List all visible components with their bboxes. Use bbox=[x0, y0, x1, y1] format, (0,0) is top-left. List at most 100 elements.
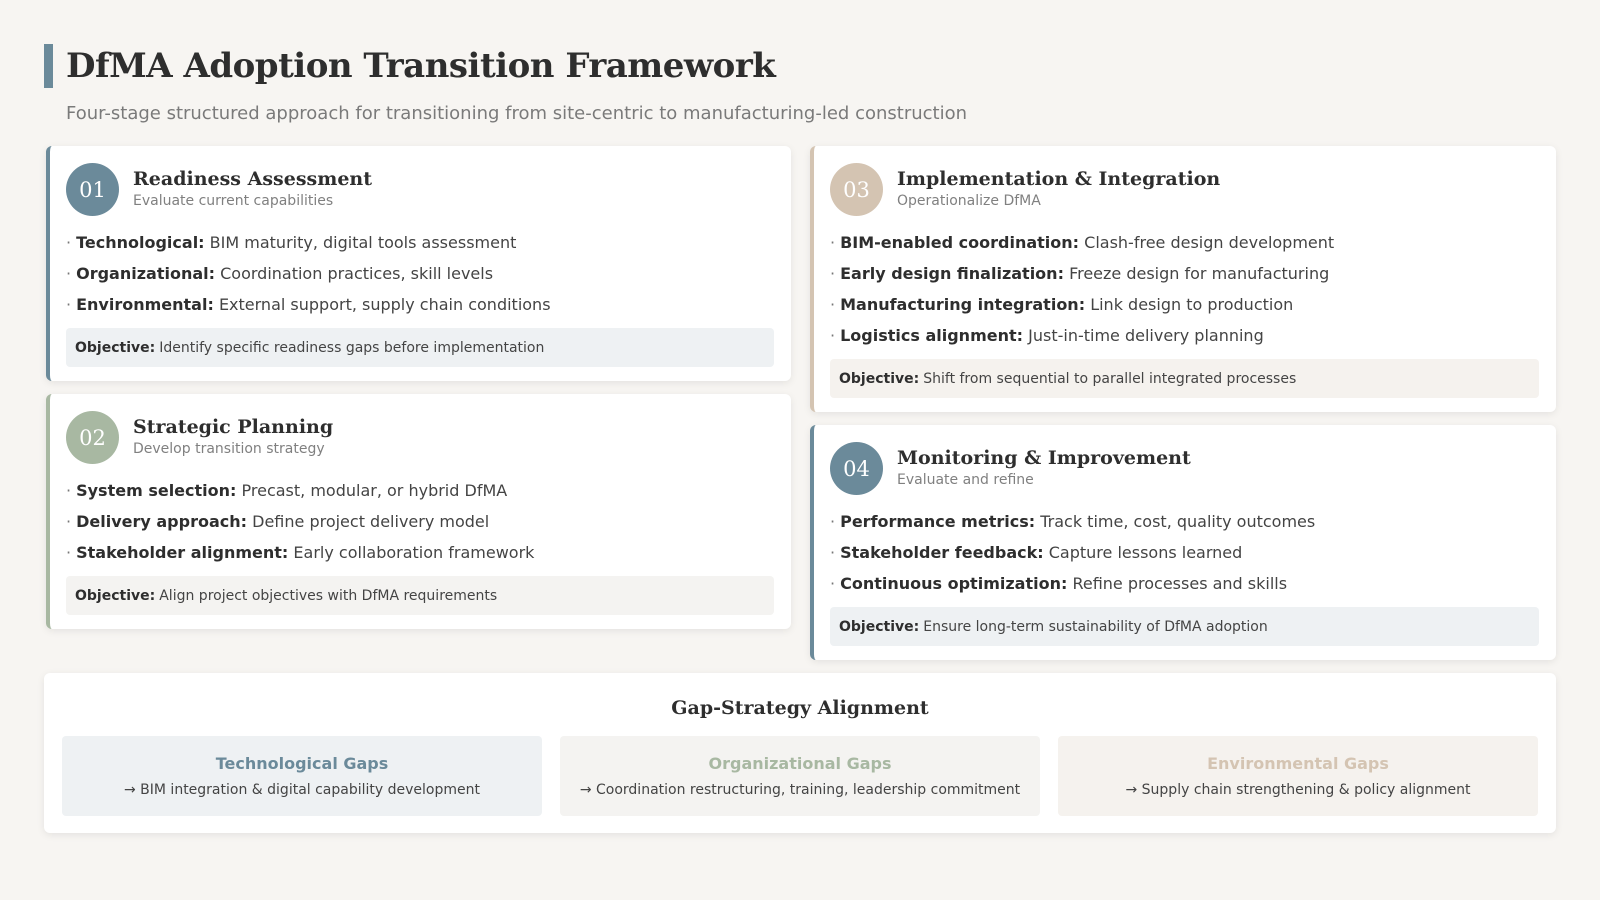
stage-header: 02 Strategic Planning Develop transition… bbox=[66, 411, 774, 465]
bullet-item: · Early design finalization: Freeze desig… bbox=[830, 258, 1539, 289]
bullet-text: Early collaboration framework bbox=[293, 543, 535, 562]
gap-strategy-panel: Gap-Strategy Alignment Technological Gap… bbox=[44, 673, 1556, 833]
page-subtitle: Four-stage structured approach for trans… bbox=[66, 103, 968, 124]
stage-subtitle: Develop transition strategy bbox=[133, 441, 325, 457]
bullet-text: Refine processes and skills bbox=[1072, 574, 1288, 593]
bullet-item: · System selection: Precast, modular, or … bbox=[66, 475, 774, 506]
bullet-dot-icon: · bbox=[830, 326, 836, 345]
objective-text: Ensure long-term sustainability of DfMA … bbox=[923, 618, 1268, 635]
bullet-text: Precast, modular, or hybrid DfMA bbox=[241, 481, 508, 500]
bullet-label: Organizational: bbox=[76, 264, 216, 283]
bullet-item: · BIM-enabled coordination: Clash-free de… bbox=[830, 227, 1539, 258]
gap-panel-title: Gap-Strategy Alignment bbox=[671, 697, 929, 719]
stage-number-badge: 02 bbox=[66, 411, 119, 464]
stage-header: 03 Implementation & Integration Operatio… bbox=[830, 163, 1539, 217]
bullet-item: · Delivery approach: Define project deliv… bbox=[66, 506, 774, 537]
bullet-item: · Continuous optimization: Refine process… bbox=[830, 568, 1539, 599]
stage-card-strategic-planning: 02 Strategic Planning Develop transition… bbox=[46, 394, 791, 629]
bullet-item: · Stakeholder alignment: Early collaborat… bbox=[66, 537, 774, 568]
stage-objective: Objective: Align project objectives with… bbox=[66, 576, 774, 615]
stage-subtitle: Evaluate current capabilities bbox=[133, 193, 334, 209]
bullet-text: Link design to production bbox=[1090, 295, 1294, 314]
gap-name: Technological Gaps bbox=[215, 754, 389, 773]
stage-title: Readiness Assessment bbox=[133, 168, 373, 190]
gap-box-technological: Technological Gaps → BIM integration & d… bbox=[62, 736, 542, 816]
bullet-item: · Manufacturing integration: Link design … bbox=[830, 289, 1539, 320]
bullet-text: Capture lessons learned bbox=[1048, 543, 1243, 562]
stage-subtitle: Evaluate and refine bbox=[897, 472, 1034, 488]
bullet-text: External support, supply chain condition… bbox=[218, 295, 551, 314]
objective-label: Objective: bbox=[839, 618, 920, 635]
bullet-label: Performance metrics: bbox=[840, 512, 1036, 531]
bullet-dot-icon: · bbox=[66, 543, 72, 562]
bullet-text: Coordination practices, skill levels bbox=[220, 264, 494, 283]
bullet-text: BIM maturity, digital tools assessment bbox=[209, 233, 517, 252]
bullet-label: Logistics alignment: bbox=[840, 326, 1024, 345]
bullet-label: System selection: bbox=[76, 481, 237, 500]
bullet-item: · Environmental: External support, supply… bbox=[66, 289, 774, 320]
objective-label: Objective: bbox=[75, 587, 156, 604]
bullet-dot-icon: · bbox=[66, 481, 72, 500]
stage-title: Strategic Planning bbox=[133, 416, 334, 438]
stage-title: Monitoring & Improvement bbox=[897, 447, 1191, 469]
stage-bullet-list: · System selection: Precast, modular, or … bbox=[66, 475, 774, 568]
bullet-dot-icon: · bbox=[830, 512, 836, 531]
stage-card-implementation: 03 Implementation & Integration Operatio… bbox=[810, 146, 1556, 412]
stage-number-badge: 01 bbox=[66, 163, 119, 216]
bullet-dot-icon: · bbox=[66, 512, 72, 531]
stage-number-badge: 04 bbox=[830, 442, 883, 495]
bullet-label: Stakeholder alignment: bbox=[76, 543, 289, 562]
stage-heading: Readiness Assessment Evaluate current ca… bbox=[133, 163, 372, 209]
bullet-dot-icon: · bbox=[830, 543, 836, 562]
gap-name: Organizational Gaps bbox=[708, 754, 892, 773]
stage-bullet-list: · BIM-enabled coordination: Clash-free de… bbox=[830, 227, 1539, 351]
stage-title: Implementation & Integration bbox=[897, 168, 1221, 190]
bullet-label: Environmental: bbox=[76, 295, 214, 314]
bullet-item: · Stakeholder feedback: Capture lessons l… bbox=[830, 537, 1539, 568]
gap-description: → BIM integration & digital capability d… bbox=[123, 782, 480, 798]
title-row: DfMA Adoption Transition Framework bbox=[44, 44, 776, 88]
bullet-label: Continuous optimization: bbox=[840, 574, 1068, 593]
gap-name: Environmental Gaps bbox=[1207, 754, 1389, 773]
bullet-dot-icon: · bbox=[830, 574, 836, 593]
stage-card-readiness: 01 Readiness Assessment Evaluate current… bbox=[46, 146, 791, 381]
bullet-label: Manufacturing integration: bbox=[840, 295, 1086, 314]
bullet-item: · Organizational: Coordination practices,… bbox=[66, 258, 774, 289]
stage-objective: Objective: Identify specific readiness g… bbox=[66, 328, 774, 367]
objective-text: Identify specific readiness gaps before … bbox=[159, 339, 545, 356]
stage-heading: Strategic Planning Develop transition st… bbox=[133, 411, 333, 457]
objective-label: Objective: bbox=[75, 339, 156, 356]
bullet-item: · Technological: BIM maturity, digital to… bbox=[66, 227, 774, 258]
title-accent-bar bbox=[44, 44, 53, 88]
objective-text: Align project objectives with DfMA requi… bbox=[159, 587, 498, 604]
stage-heading: Monitoring & Improvement Evaluate and re… bbox=[897, 442, 1191, 488]
bullet-label: BIM-enabled coordination: bbox=[840, 233, 1080, 252]
bullet-label: Technological: bbox=[76, 233, 205, 252]
bullet-label: Delivery approach: bbox=[76, 512, 248, 531]
stage-number-badge: 03 bbox=[830, 163, 883, 216]
bullet-text: Freeze design for manufacturing bbox=[1069, 264, 1330, 283]
gap-box-environmental: Environmental Gaps → Supply chain streng… bbox=[1058, 736, 1538, 816]
bullet-text: Just-in-time delivery planning bbox=[1028, 326, 1264, 345]
bullet-text: Clash-free design development bbox=[1084, 233, 1335, 252]
page: DfMA Adoption Transition Framework Four-… bbox=[0, 0, 1600, 900]
gap-box-organizational: Organizational Gaps → Coordination restr… bbox=[560, 736, 1040, 816]
gap-description: → Coordination restructuring, training, … bbox=[579, 782, 1021, 798]
bullet-dot-icon: · bbox=[830, 295, 836, 314]
stage-header: 04 Monitoring & Improvement Evaluate and… bbox=[830, 442, 1539, 496]
stage-bullet-list: · Performance metrics: Track time, cost, … bbox=[830, 506, 1539, 599]
stage-objective: Objective: Shift from sequential to para… bbox=[830, 359, 1539, 398]
objective-label: Objective: bbox=[839, 370, 920, 387]
bullet-item: · Logistics alignment: Just-in-time deliv… bbox=[830, 320, 1539, 351]
bullet-dot-icon: · bbox=[66, 295, 72, 314]
bullet-dot-icon: · bbox=[830, 264, 836, 283]
bullet-dot-icon: · bbox=[66, 233, 72, 252]
bullet-dot-icon: · bbox=[66, 264, 72, 283]
stage-card-monitoring: 04 Monitoring & Improvement Evaluate and… bbox=[810, 425, 1556, 660]
bullet-label: Stakeholder feedback: bbox=[840, 543, 1044, 562]
bullet-label: Early design finalization: bbox=[840, 264, 1064, 283]
page-title: DfMA Adoption Transition Framework bbox=[66, 46, 776, 86]
gap-description: → Supply chain strengthening & policy al… bbox=[1125, 782, 1471, 798]
stage-subtitle: Operationalize DfMA bbox=[897, 193, 1041, 209]
bullet-text: Define project delivery model bbox=[252, 512, 490, 531]
